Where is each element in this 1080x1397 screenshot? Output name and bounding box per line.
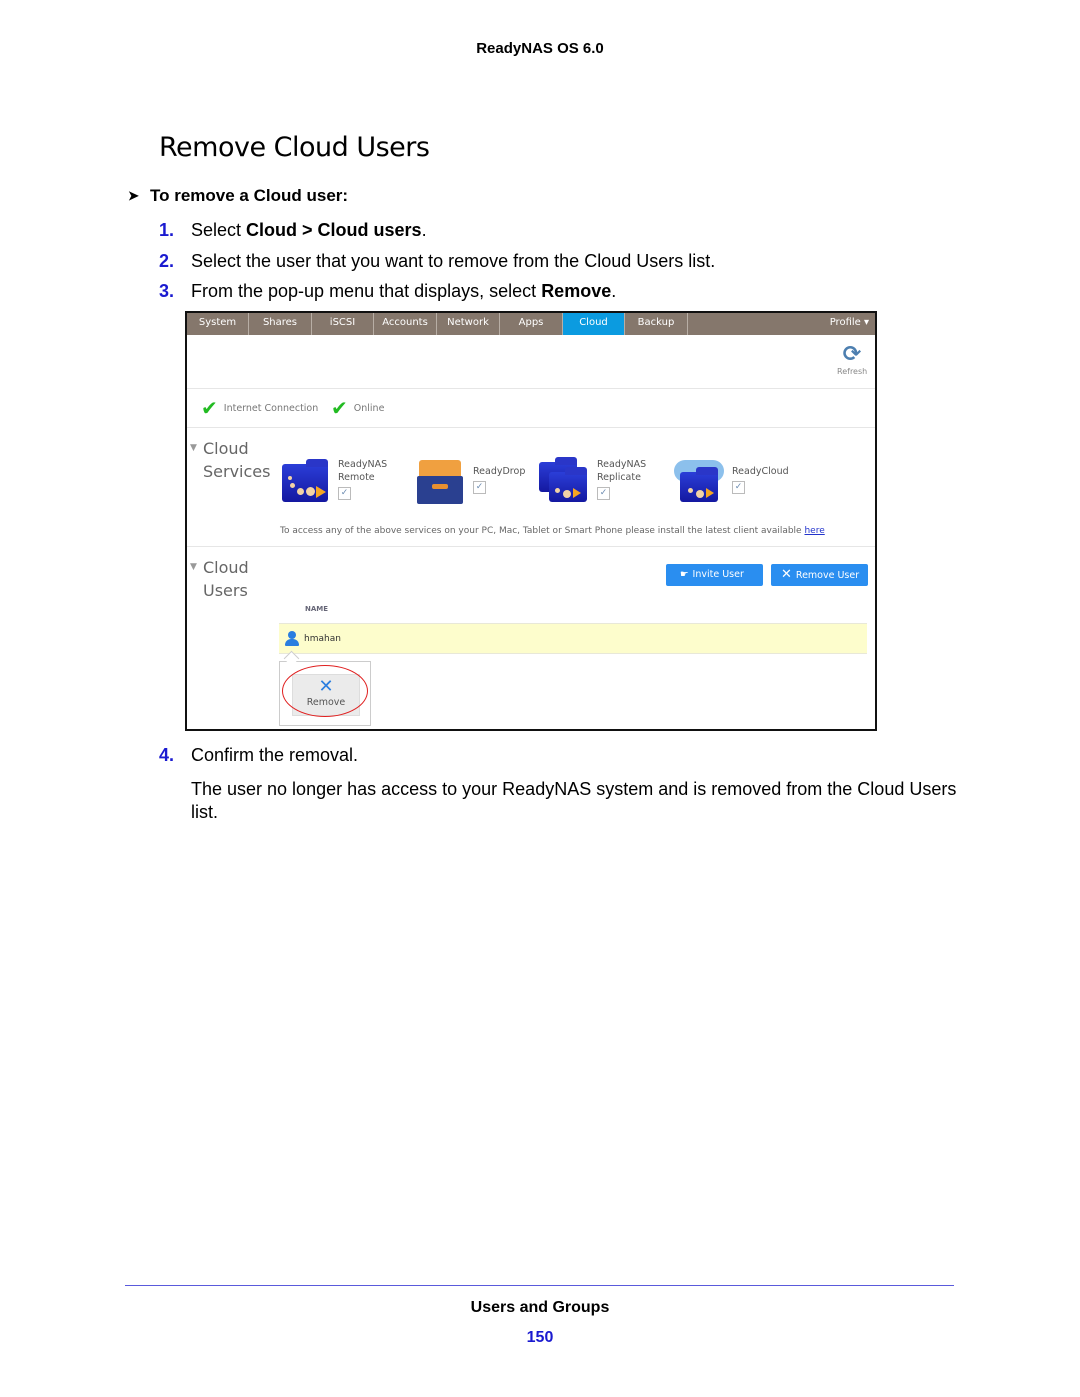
- tab-shares[interactable]: Shares: [249, 313, 312, 335]
- column-header-name[interactable]: NAME: [305, 605, 328, 613]
- nav-bar: System Shares iSCSI Accounts Network App…: [187, 313, 875, 335]
- section-cloud-users: Cloud Users: [203, 558, 249, 600]
- user-name: hmahan: [304, 633, 341, 644]
- service-readynas-remote[interactable]: ReadyNAS Remote ✓: [280, 458, 387, 504]
- step-4: 4. Confirm the removal.: [159, 745, 359, 765]
- remove-x-icon: ✕: [781, 567, 792, 582]
- tab-backup[interactable]: Backup: [625, 313, 688, 335]
- ui-screenshot: System Shares iSCSI Accounts Network App…: [185, 311, 877, 731]
- section-cloud-services: Cloud Services: [203, 439, 271, 481]
- check-icon: ✔: [331, 396, 348, 420]
- refresh-button[interactable]: ⟳ Refresh: [837, 342, 867, 377]
- tab-cloud[interactable]: Cloud: [563, 313, 625, 335]
- collapse-triangle-icon[interactable]: ▼: [190, 443, 197, 453]
- user-row[interactable]: hmahan: [279, 623, 867, 654]
- step-1: 1. Select Cloud > Cloud users.: [159, 220, 427, 240]
- refresh-icon: ⟳: [842, 342, 862, 367]
- service-checkbox[interactable]: ✓: [732, 481, 745, 494]
- readynas-remote-icon: [280, 458, 332, 504]
- service-checkbox[interactable]: ✓: [338, 487, 351, 500]
- service-readynas-replicate[interactable]: ReadyNAS Replicate ✓: [539, 457, 646, 504]
- collapse-triangle-icon[interactable]: ▼: [190, 562, 197, 572]
- tab-network[interactable]: Network: [437, 313, 500, 335]
- readycloud-icon: [674, 458, 726, 504]
- divider: [187, 388, 875, 389]
- service-readycloud[interactable]: ReadyCloud ✓: [674, 458, 789, 504]
- tab-system[interactable]: System: [187, 313, 249, 335]
- tab-iscsi[interactable]: iSCSI: [312, 313, 374, 335]
- user-icon: [285, 630, 299, 647]
- page-number: 150: [526, 1329, 554, 1346]
- arrow-bullet-icon: ➤: [128, 188, 139, 203]
- profile-menu[interactable]: Profile ▾: [830, 313, 875, 335]
- service-checkbox[interactable]: ✓: [473, 481, 486, 494]
- divider: [187, 427, 875, 428]
- highlight-circle: [282, 665, 368, 717]
- service-checkbox[interactable]: ✓: [597, 487, 610, 500]
- footer-section-title: Users and Groups: [470, 1299, 610, 1316]
- divider: [187, 546, 875, 547]
- invite-user-button[interactable]: ☛ Invite User: [666, 564, 763, 586]
- procedure-heading: ➤ To remove a Cloud user:: [128, 186, 349, 205]
- step-2: 2. Select the user that you want to remov…: [159, 251, 716, 271]
- readynas-replicate-icon: [539, 457, 591, 504]
- tab-apps[interactable]: Apps: [500, 313, 563, 335]
- remove-user-button[interactable]: ✕ Remove User: [771, 564, 868, 586]
- client-download-link[interactable]: here: [804, 526, 824, 536]
- result-paragraph: The user no longer has access to your Re…: [191, 779, 957, 822]
- services-note: To access any of the above services on y…: [280, 526, 825, 536]
- tab-accounts[interactable]: Accounts: [374, 313, 437, 335]
- page-title: Remove Cloud Users: [159, 132, 430, 163]
- status-online: ✔ Online: [331, 396, 385, 420]
- step-3: 3. From the pop-up menu that displays, se…: [159, 281, 617, 301]
- check-icon: ✔: [201, 396, 218, 420]
- running-header: ReadyNAS OS 6.0: [476, 40, 604, 57]
- footer-divider: [125, 1285, 954, 1286]
- readydrop-icon: [415, 458, 467, 504]
- hand-point-icon: ☛: [680, 569, 689, 580]
- service-readydrop[interactable]: ReadyDrop ✓: [415, 458, 525, 504]
- status-internet: ✔ Internet Connection: [201, 396, 319, 420]
